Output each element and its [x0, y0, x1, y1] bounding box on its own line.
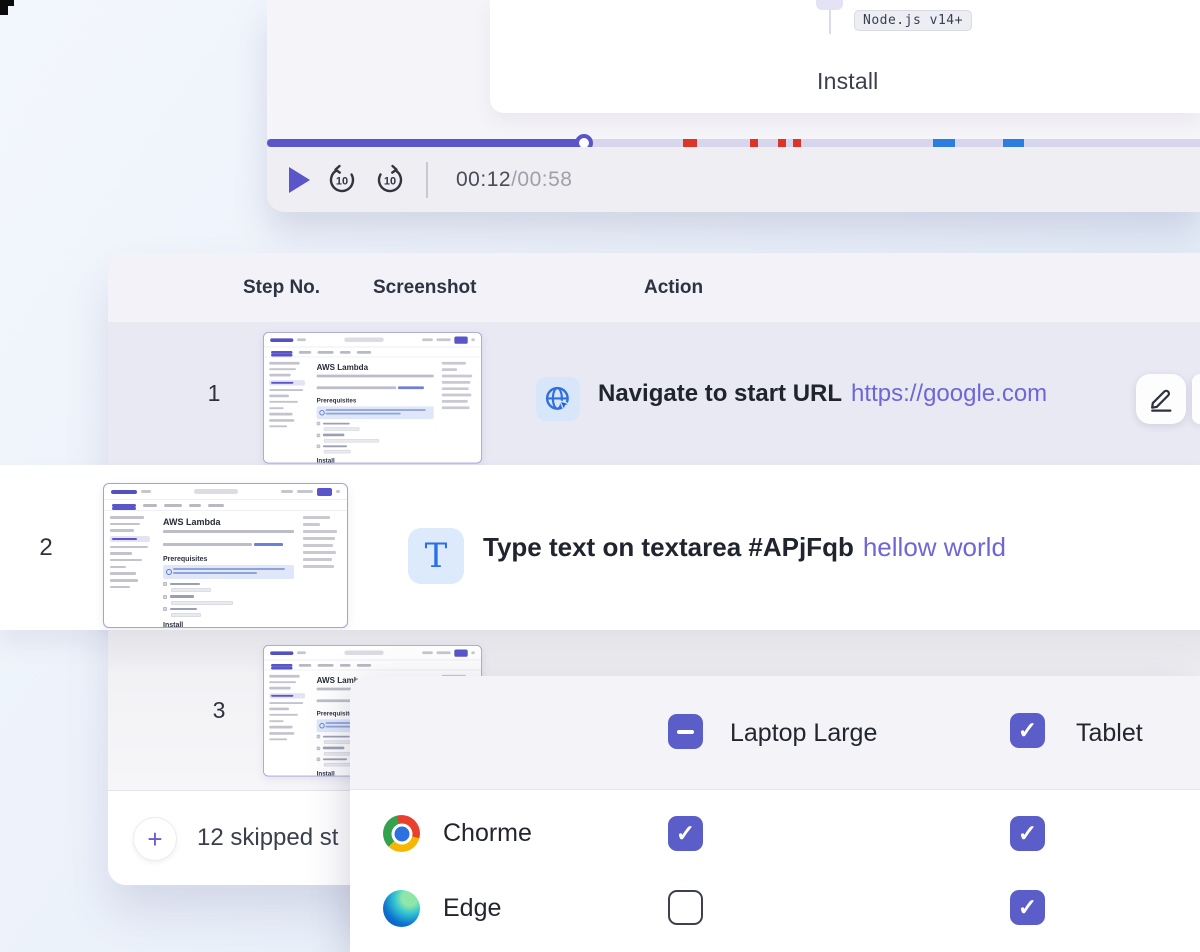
device-label-tablet: Tablet [1076, 676, 1143, 790]
pencil-icon [1147, 385, 1175, 413]
screenshot-thumbnail-2[interactable]: AWS Lambda Prerequisites Install [103, 483, 348, 628]
action-text-1: Navigate to start URL https://google.com [598, 322, 1047, 465]
column-header-step: Step No. [243, 253, 320, 322]
thumb-section-heading: Prerequisites [163, 556, 294, 563]
thumb-left-sidebar [264, 670, 310, 776]
browser-label-edge: Edge [443, 866, 501, 950]
thumb-topbar [264, 646, 481, 661]
navigate-action-chip [536, 377, 580, 421]
time-display: 00:12/00:58 [456, 168, 572, 192]
check-icon: ✓ [1018, 822, 1037, 845]
checkbox-laptop-large[interactable] [668, 714, 703, 749]
rewind-10-icon[interactable]: 10 [326, 164, 358, 196]
checkbox-chrome-laptop[interactable]: ✓ [668, 816, 703, 851]
time-current: 00:12 [456, 168, 511, 191]
step-number-3: 3 [195, 640, 243, 780]
forward-10-icon[interactable]: 10 [374, 164, 406, 196]
checkbox-edge-tablet[interactable]: ✓ [1010, 890, 1045, 925]
thumb-title: AWS Lambda [317, 363, 434, 372]
thumb-topbar [104, 484, 347, 500]
svg-text:10: 10 [336, 175, 348, 187]
thumb-right-sidebar [440, 357, 481, 463]
thumb-topbar [264, 333, 481, 348]
timeline-node [816, 0, 843, 10]
red-event-marker [793, 139, 801, 147]
edge-icon [383, 890, 420, 927]
thumb-section-heading: Prerequisites [317, 398, 434, 404]
thumb-info-box [317, 406, 434, 419]
thumb-nav-tabs [264, 347, 481, 357]
browser-label-chrome: Chorme [443, 790, 532, 876]
video-progress-fill [267, 139, 592, 147]
action-value-1: https://google.com [851, 380, 1047, 408]
checkbox-chrome-tablet[interactable]: ✓ [1010, 816, 1045, 851]
blue-event-marker [1003, 139, 1024, 147]
action-prefix-1: Navigate to start URL [598, 380, 842, 408]
check-icon: ✓ [676, 822, 695, 845]
check-icon: ✓ [1018, 896, 1037, 919]
tutorial-step-card [490, 0, 1200, 113]
video-progress-bar[interactable] [267, 139, 1200, 147]
thumb-logo [270, 338, 293, 342]
thumb-footer-heading: Install [163, 622, 294, 628]
thumb-article: AWS Lambda Prerequisites Install [156, 511, 301, 628]
timeline-connector [829, 10, 831, 34]
thumb-cta-button [454, 336, 467, 343]
thumb-info-box [163, 565, 294, 579]
thumb-cta-button [317, 488, 332, 496]
expand-skipped-button[interactable]: + [133, 817, 177, 861]
device-label-laptop-large: Laptop Large [730, 676, 877, 790]
screenshot-thumbnail-1[interactable]: AWS Lambda Prerequisites Install [263, 332, 482, 464]
player-controls-bar: 10 10 00:12/00:58 [267, 147, 1200, 212]
plus-icon: + [147, 824, 162, 855]
thumb-article: AWS Lambda Prerequisites Install [310, 357, 440, 463]
play-icon[interactable] [289, 167, 310, 193]
column-header-action: Action [644, 253, 703, 322]
svg-text:10: 10 [384, 175, 396, 187]
page: Node.js v14+ Install 10 10 00:12/00:58 S… [0, 0, 1200, 952]
red-event-marker [778, 139, 786, 147]
red-event-marker [683, 139, 697, 147]
thumb-logo [270, 651, 293, 655]
checkbox-tablet[interactable]: ✓ [1010, 713, 1045, 748]
action-value-2: hellow world [863, 532, 1006, 563]
action-prefix-2: Type text on textarea #APjFqb [483, 532, 854, 563]
text-type-icon: T [425, 539, 448, 573]
globe-cursor-icon [543, 384, 573, 414]
secondary-step-button-partial[interactable] [1192, 374, 1200, 424]
install-heading: Install [817, 68, 878, 95]
check-icon: ✓ [1018, 719, 1037, 742]
node-version-badge: Node.js v14+ [854, 10, 972, 31]
action-text-2: Type text on textarea #APjFqb hellow wor… [483, 465, 1006, 630]
type-action-chip: T [408, 528, 464, 584]
time-total: /00:58 [511, 168, 572, 191]
thumb-logo [111, 490, 137, 494]
thumb-search-bar [155, 489, 277, 494]
column-header-screenshot: Screenshot [373, 253, 476, 322]
thumb-footer-heading: Install [317, 458, 434, 463]
blue-event-marker [933, 139, 955, 147]
thumb-search-bar [309, 337, 418, 342]
thumb-title: AWS Lambda [163, 517, 294, 527]
table-header-row: Step No. Screenshot Action [108, 253, 1200, 322]
step-number-1: 1 [190, 322, 238, 465]
skipped-steps-label: 12 skipped st [197, 791, 338, 885]
thumb-right-sidebar [301, 511, 347, 628]
thumb-search-bar [309, 650, 418, 655]
thumb-left-sidebar [264, 357, 310, 463]
screen-artifact-top-left-2 [0, 6, 8, 15]
thumb-nav-tabs [264, 660, 481, 670]
step-number-2: 2 [24, 465, 68, 630]
controls-divider [426, 162, 428, 198]
edit-step-button[interactable] [1136, 374, 1186, 424]
red-event-marker [750, 139, 758, 147]
chrome-icon [383, 815, 420, 852]
checkbox-edge-laptop[interactable] [668, 890, 703, 925]
thumb-nav-tabs [104, 500, 347, 511]
thumb-left-sidebar [104, 511, 156, 628]
thumb-cta-button [454, 649, 467, 656]
